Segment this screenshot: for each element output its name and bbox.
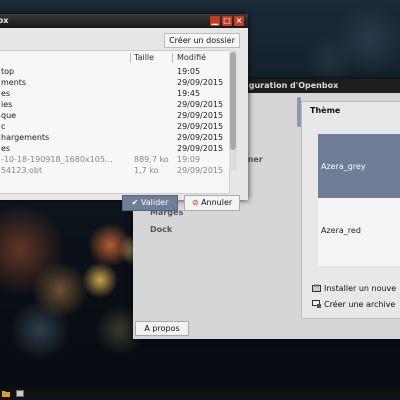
cancel-button[interactable]: ⊘ Annuler [184, 195, 240, 211]
file-modified: 29/09/2015 [177, 100, 224, 109]
theme-list[interactable]: Azera_grey Azera_red [318, 134, 400, 266]
theme-label: Azera_red [321, 226, 361, 235]
create-archive-label: Créer une archive [324, 300, 396, 309]
filechooser-titlebar[interactable]: box ▁ □ × [0, 14, 248, 28]
install-theme-label: Installer un nouve [324, 284, 397, 293]
terminal-icon[interactable] [16, 390, 24, 397]
file-row[interactable]: 54123.obt 1,7 ko 29/09/2015 [0, 166, 229, 177]
minimize-icon: ▁ [211, 16, 219, 25]
filechooser-body: Créer un dossier Taille Modifié top 19:05… [0, 28, 248, 211]
file-modified: 29/09/2015 [177, 166, 224, 175]
file-modified: 29/09/2015 [177, 78, 224, 87]
column-separator [172, 53, 173, 63]
file-modified: 29/09/2015 [177, 122, 224, 131]
file-size: 889,7 ko [134, 155, 169, 164]
cancel-label: Annuler [201, 198, 233, 207]
file-name: hargements [1, 133, 50, 142]
file-name: ments [1, 78, 27, 87]
validate-button[interactable]: ✔ Valider [122, 195, 178, 211]
file-list-scrollbar[interactable] [229, 50, 237, 170]
file-name: es [1, 144, 11, 153]
column-header-modified[interactable]: Modifié [177, 53, 206, 64]
about-button[interactable]: A propos [135, 321, 189, 336]
cancel-icon: ⊘ [191, 198, 199, 207]
theme-section-title: Thème [310, 106, 341, 115]
install-theme-icon [312, 284, 321, 292]
file-modified: 29/09/2015 [177, 111, 224, 120]
file-modified: 19:45 [177, 89, 201, 98]
theme-label: Azera_grey [321, 162, 366, 171]
close-button[interactable]: × [234, 16, 244, 26]
create-archive-icon [312, 300, 321, 308]
validate-label: Valider [140, 198, 169, 207]
maximize-button[interactable]: □ [222, 16, 232, 26]
file-row[interactable]: top 19:05 [0, 67, 229, 78]
sidebar-item-dock[interactable]: Dock [150, 225, 172, 234]
close-icon: × [235, 16, 243, 25]
file-row[interactable]: que 29/09/2015 [0, 111, 229, 122]
file-name: -10-18-190918_1680x105… [1, 155, 113, 164]
file-name: que [1, 111, 17, 120]
install-theme-button[interactable]: Installer un nouve [312, 284, 396, 293]
file-modified: 29/09/2015 [177, 133, 224, 142]
maximize-icon: □ [223, 16, 231, 25]
theme-item-azera-grey[interactable]: Azera_grey [318, 134, 400, 198]
file-row[interactable]: -10-18-190918_1680x105… 889,7 ko 19:09 [0, 155, 229, 166]
file-size: 1,7 ko [134, 166, 159, 175]
create-archive-button[interactable]: Créer une archive [312, 300, 395, 309]
filechooser-title: box [0, 16, 9, 25]
file-name: c [1, 122, 6, 131]
file-modified: 19:09 [177, 155, 201, 164]
file-row[interactable]: hargements 29/09/2015 [0, 133, 229, 144]
scrollbar-thumb[interactable] [230, 52, 236, 150]
file-modified: 19:05 [177, 67, 201, 76]
taskbar [0, 388, 400, 400]
file-row[interactable]: es 29/09/2015 [0, 144, 229, 155]
file-name: 54123.obt [1, 166, 43, 175]
file-name: top [1, 67, 15, 76]
theme-item-azera-red[interactable]: Azera_red [318, 198, 400, 262]
column-header-size[interactable]: Taille [134, 53, 154, 64]
file-row[interactable]: es 19:45 [0, 89, 229, 100]
check-icon: ✔ [131, 198, 139, 207]
obconf-title: iguration d'Openbox [246, 81, 339, 90]
minimize-button[interactable]: ▁ [210, 16, 220, 26]
create-folder-button[interactable]: Créer un dossier [164, 33, 240, 48]
file-modified: 29/09/2015 [177, 144, 224, 153]
file-name: ies [1, 100, 13, 109]
file-chooser-window: box ▁ □ × Créer un dossier Taille Modifi… [0, 14, 248, 211]
column-separator [130, 53, 131, 63]
file-name: es [1, 89, 11, 98]
file-list[interactable]: Taille Modifié top 19:05 ments 29/09/2015 … [0, 50, 230, 194]
file-row[interactable]: ies 29/09/2015 [0, 100, 229, 111]
file-row[interactable]: ments 29/09/2015 [0, 78, 229, 89]
folder-icon[interactable] [2, 390, 10, 397]
theme-panel: Thème Azera_grey Azera_red Installer un … [301, 101, 400, 319]
file-row[interactable]: c 29/09/2015 [0, 122, 229, 133]
